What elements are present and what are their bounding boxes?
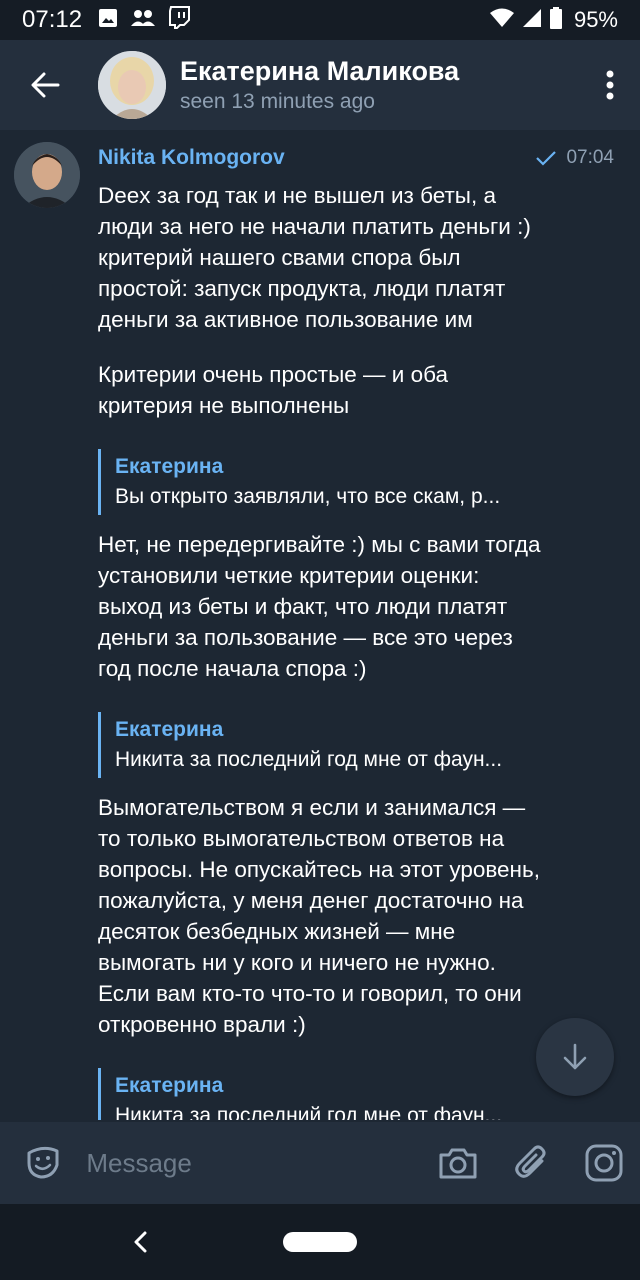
system-nav-bar [0, 1204, 640, 1280]
battery-percent: 95% [573, 7, 618, 32]
twitch-icon [168, 5, 191, 35]
reply-quote[interactable]: Екатерина Вы открыто заявляли, что все с… [98, 449, 618, 515]
sender-name[interactable]: Nikita Kolmogorov [98, 146, 285, 170]
reply-quote[interactable]: Екатерина Никита за последний год мне от… [98, 712, 618, 778]
quote-author: Екатерина [115, 718, 224, 741]
message-input-bar [0, 1122, 640, 1204]
wifi-icon [489, 8, 514, 33]
check-icon [536, 151, 557, 166]
message-paragraph: Критерии очень простые — и оба критерия … [98, 362, 448, 418]
image-icon [98, 8, 118, 33]
attach-button[interactable] [494, 1122, 567, 1204]
attach-icon [514, 1145, 546, 1178]
camera-icon [439, 1148, 477, 1179]
arrow-down-icon [563, 1043, 587, 1070]
system-back-button[interactable] [128, 1226, 152, 1258]
status-right-icons: 95% [489, 6, 618, 34]
sticker-icon [27, 1146, 59, 1179]
contact-name: Екатерина Маликова [180, 56, 460, 86]
message-paragraph: Нет, не передергивайте :) мы с вами тогд… [98, 532, 541, 681]
instagram-button[interactable] [567, 1122, 640, 1204]
back-button[interactable] [0, 40, 90, 130]
chevron-left-icon [134, 1231, 147, 1253]
scroll-down-button[interactable] [536, 1018, 614, 1096]
battery-icon [549, 6, 562, 34]
status-bar: 07:12 95% [0, 0, 640, 40]
camera-button[interactable] [421, 1122, 494, 1204]
quote-text: Вы открыто заявляли, что все скам, р... [115, 485, 501, 508]
message[interactable]: Nikita Kolmogorov 07:04 Deex за год так … [98, 144, 618, 1120]
sender-avatar[interactable] [14, 142, 80, 208]
message-meta: 07:04 [536, 147, 614, 169]
message-input[interactable] [86, 1133, 422, 1193]
contact-last-seen: seen 13 minutes ago [180, 90, 375, 113]
message-paragraph: Deex за год так и не вышел из беты, а лю… [98, 183, 531, 332]
system-home-pill[interactable] [283, 1232, 357, 1252]
quote-text: Никита за последний год мне от фаун... [115, 748, 503, 771]
message-header: Nikita Kolmogorov 07:04 [98, 144, 618, 172]
more-menu-button[interactable] [580, 40, 640, 130]
chat-header: Екатерина Маликова seen 13 minutes ago [0, 40, 640, 130]
back-arrow-icon [31, 72, 60, 98]
status-left-icons [98, 5, 191, 35]
quote-text: Никита за последний год мне от фаун... [115, 1104, 503, 1120]
status-time: 07:12 [22, 6, 83, 33]
quote-author: Екатерина [115, 455, 224, 478]
signal-icon [522, 8, 542, 33]
chat-area[interactable]: Nikita Kolmogorov 07:04 Deex за год так … [0, 130, 640, 1120]
contact-info[interactable]: Екатерина Маликова seen 13 minutes ago [180, 54, 580, 116]
more-vert-icon [606, 70, 614, 100]
message-paragraph: Вымогательством я если и занимался — то … [98, 795, 540, 1037]
message-time: 07:04 [566, 147, 614, 168]
instagram-icon [585, 1144, 623, 1182]
sticker-button[interactable] [0, 1122, 86, 1204]
contact-avatar[interactable] [98, 51, 166, 119]
people-icon [130, 8, 156, 33]
